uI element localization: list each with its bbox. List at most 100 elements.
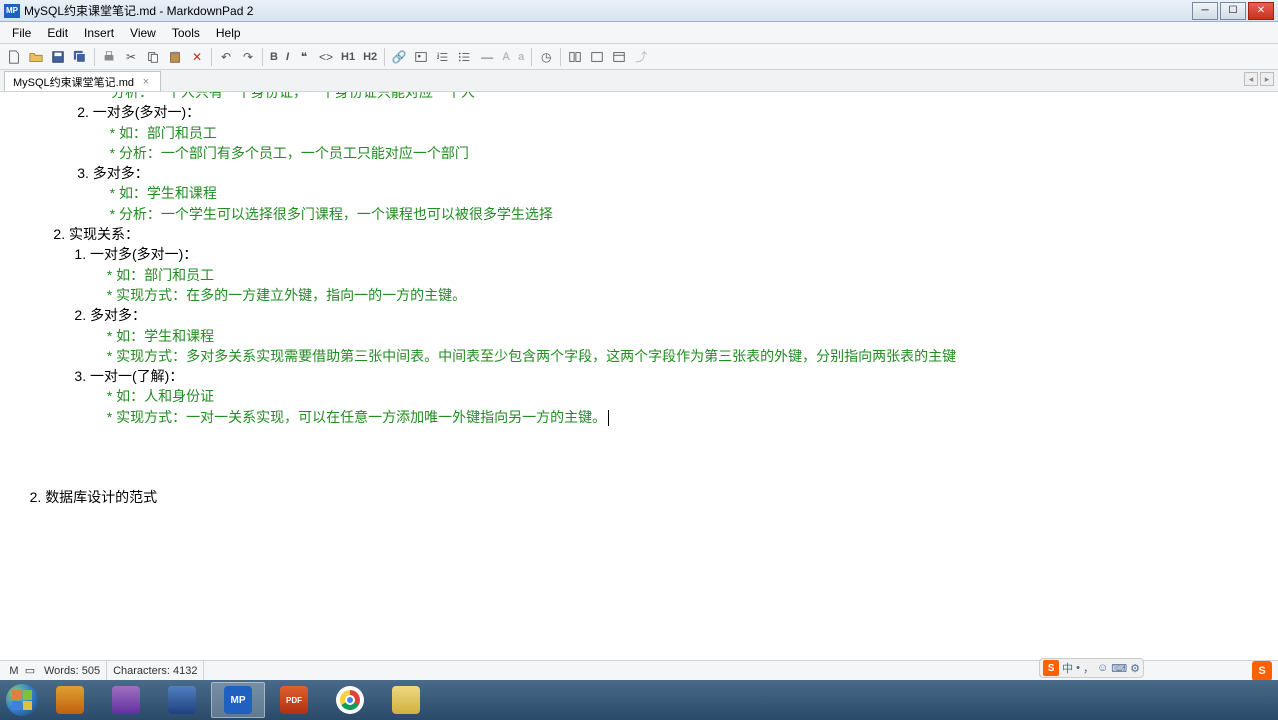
text-line: 分析：一个人只有一个身份证，一个身份证只能对应一个人 [111, 92, 1258, 102]
list-item: 多对多： 如：学生和课程 分析：一个学生可以选择很多门课程，一个课程也可以被很多… [93, 163, 1258, 224]
list-item: 一对多(多对一)： 如：部门和员工 实现方式：在多的一方建立外键，指向一的一方的… [90, 244, 1258, 305]
menu-edit[interactable]: Edit [39, 24, 76, 42]
book-icon: ▭ [22, 663, 38, 679]
app-icon: MP [4, 4, 20, 18]
delete-button[interactable]: ✕ [187, 47, 207, 67]
list-item: 实现方式：在多的一方建立外键，指向一的一方的主键。 [107, 285, 1258, 305]
unordered-list-button[interactable] [455, 47, 475, 67]
toolbar-separator [262, 48, 263, 66]
close-button[interactable]: ✕ [1248, 2, 1274, 20]
bold-button[interactable]: B [267, 47, 281, 67]
list-item: 如：部门和员工 [107, 265, 1258, 285]
ime-punct[interactable]: • [1076, 662, 1080, 674]
tab-close-icon[interactable]: × [140, 76, 152, 88]
menu-insert[interactable]: Insert [76, 24, 122, 42]
list-item: 数据库设计的范式 [45, 487, 1258, 507]
ime-indicator[interactable]: S [1252, 661, 1272, 681]
uppercase-button[interactable]: A [499, 47, 513, 67]
list-item: 一对多(多对一)： 如：部门和员工 分析：一个部门有多个员工，一个员工只能对应一… [93, 102, 1258, 163]
h2-button[interactable]: H2 [360, 47, 380, 67]
list-item: 如：学生和课程 [107, 326, 1258, 346]
taskbar-pdf[interactable]: PDF [267, 682, 321, 718]
copy-button[interactable] [143, 47, 163, 67]
taskbar-explorer[interactable] [379, 682, 433, 718]
browser-preview-button[interactable] [609, 47, 629, 67]
text-cursor [608, 410, 609, 426]
paste-button[interactable] [165, 47, 185, 67]
redo-button[interactable]: ↷ [238, 47, 258, 67]
ime-logo-icon: S [1043, 660, 1059, 676]
windows-logo-icon [6, 684, 38, 716]
toggle-preview-button[interactable] [565, 47, 585, 67]
lowercase-button[interactable]: a [515, 47, 527, 67]
toolbar-separator [384, 48, 385, 66]
editor-area[interactable]: 分析：一个人只有一个身份证，一个身份证只能对应一个人 一对多(多对一)： 如：部… [0, 92, 1278, 660]
document-content: 分析：一个人只有一个身份证，一个身份证只能对应一个人 一对多(多对一)： 如：部… [0, 92, 1278, 511]
taskbar-chrome[interactable] [323, 682, 377, 718]
start-button[interactable] [2, 680, 42, 720]
tab-nav: ◂ ▸ [1244, 72, 1274, 86]
ime-settings-icon[interactable]: ⚙ [1130, 662, 1140, 675]
list-item: 一对一(了解)： 如：人和身份证 实现方式：一对一关系实现，可以在任意一方添加唯… [90, 366, 1258, 427]
italic-button[interactable]: I [283, 47, 292, 67]
svg-text:2: 2 [437, 54, 440, 59]
list-item: 如：部门和员工 [110, 123, 1258, 143]
ime-comma[interactable]: ， [1083, 660, 1094, 676]
taskbar-app-3[interactable] [155, 682, 209, 718]
minimize-button[interactable]: ─ [1192, 2, 1218, 20]
word-count: Words: 505 [38, 661, 107, 680]
tab-prev-button[interactable]: ◂ [1244, 72, 1258, 86]
document-tab[interactable]: MySQL约束课堂笔记.md × [4, 71, 161, 91]
menu-file[interactable]: File [4, 24, 39, 42]
print-button[interactable] [99, 47, 119, 67]
list-item: 如：学生和课程 [110, 183, 1258, 203]
ime-toolbar[interactable]: S 中 • ， ☺ ⌨ ⚙ [1039, 658, 1144, 678]
list-item: 实现关系： 一对多(多对一)： 如：部门和员工 实现方式：在多的一方建立外键，指… [69, 224, 1258, 427]
char-count: Characters: 4132 [107, 661, 204, 680]
taskbar-markdownpad[interactable]: MP [211, 682, 265, 718]
menu-tools[interactable]: Tools [164, 24, 208, 42]
toolbar: ✂ ✕ ↶ ↷ B I ❝ <> H1 H2 🔗 12 — A a ◷ ⤴ [0, 44, 1278, 70]
menu-help[interactable]: Help [208, 24, 249, 42]
window-title: MySQL约束课堂笔记.md - MarkdownPad 2 [24, 2, 1190, 19]
cut-button[interactable]: ✂ [121, 47, 141, 67]
toolbar-separator [560, 48, 561, 66]
preview-button[interactable] [587, 47, 607, 67]
window-titlebar: MP MySQL约束课堂笔记.md - MarkdownPad 2 ─ ☐ ✕ [0, 0, 1278, 22]
h1-button[interactable]: H1 [338, 47, 358, 67]
list-item: 如：人和身份证 [107, 386, 1258, 406]
menu-view[interactable]: View [122, 24, 164, 42]
ime-mode[interactable]: 中 [1062, 660, 1073, 676]
save-all-button[interactable] [70, 47, 90, 67]
export-button[interactable]: ⤴ [631, 47, 651, 67]
list-item: 实现方式：一对一关系实现，可以在任意一方添加唯一外键指向另一方的主键。 [107, 407, 1258, 427]
image-button[interactable] [411, 47, 431, 67]
maximize-button[interactable]: ☐ [1220, 2, 1246, 20]
save-button[interactable] [48, 47, 68, 67]
quote-button[interactable]: ❝ [294, 47, 314, 67]
list-item: 实现方式：多对多关系实现需要借助第三张中间表。中间表至少包含两个字段，这两个字段… [107, 346, 1258, 366]
timestamp-button[interactable]: ◷ [536, 47, 556, 67]
markdown-icon: M [6, 663, 22, 679]
toolbar-separator [94, 48, 95, 66]
new-file-button[interactable] [4, 47, 24, 67]
list-item: 多对多： 如：学生和课程 实现方式：多对多关系实现需要借助第三张中间表。中间表至… [90, 305, 1258, 366]
undo-button[interactable]: ↶ [216, 47, 236, 67]
open-file-button[interactable] [26, 47, 46, 67]
hr-button[interactable]: — [477, 47, 497, 67]
tab-bar: MySQL约束课堂笔记.md × ◂ ▸ [0, 70, 1278, 92]
tab-label: MySQL约束课堂笔记.md [13, 74, 134, 90]
code-button[interactable]: <> [316, 47, 336, 67]
menu-bar: File Edit Insert View Tools Help [0, 22, 1278, 44]
ime-emoji-icon[interactable]: ☺ [1097, 662, 1108, 674]
ime-keyboard-icon[interactable]: ⌨ [1111, 662, 1127, 675]
taskbar-app-2[interactable] [99, 682, 153, 718]
window-controls: ─ ☐ ✕ [1190, 2, 1274, 20]
link-button[interactable]: 🔗 [389, 47, 409, 67]
taskbar-app-1[interactable] [43, 682, 97, 718]
tab-next-button[interactable]: ▸ [1260, 72, 1274, 86]
list-item: 分析：一个部门有多个员工，一个员工只能对应一个部门 [110, 143, 1258, 163]
toolbar-separator [531, 48, 532, 66]
toolbar-separator [211, 48, 212, 66]
ordered-list-button[interactable]: 12 [433, 47, 453, 67]
